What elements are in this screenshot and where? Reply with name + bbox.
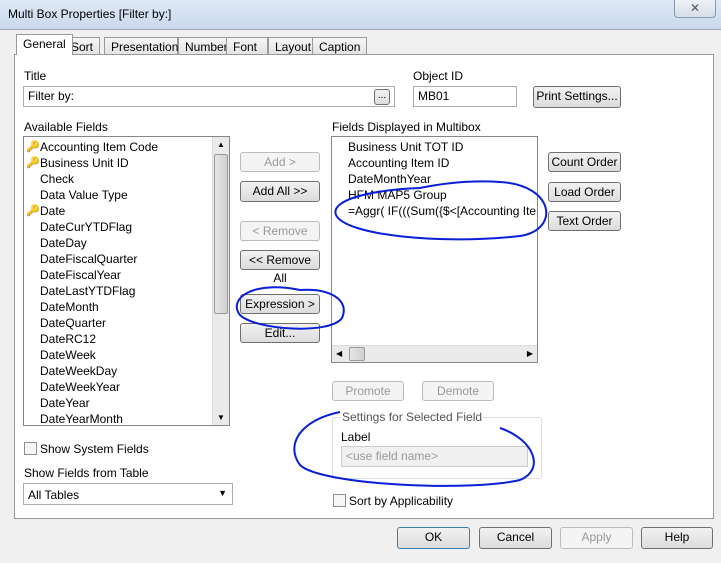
available-field-label: DateRC12 [40,332,97,346]
ok-button[interactable]: OK [397,527,470,549]
available-field-label: DateWeek [40,348,96,362]
tab-presentation[interactable]: Presentation [104,37,178,55]
available-field-label: DateWeekYear [40,380,121,394]
available-field-item[interactable]: DateFiscalYear [24,267,229,283]
available-field-item[interactable]: DateMonth [24,299,229,315]
available-field-label: Business Unit ID [40,156,129,170]
tab-font[interactable]: Font [226,37,268,55]
count-order-button[interactable]: Count Order [548,152,621,172]
available-field-label: Data Value Type [40,188,128,202]
scroll-right-icon[interactable]: ▶ [527,349,533,358]
remove-all-button[interactable]: << Remove All [240,250,320,285]
scroll-down-icon[interactable]: ▼ [217,413,225,422]
add-button[interactable]: Add > [240,152,320,172]
available-field-label: Check [40,172,75,186]
available-field-item[interactable]: DateYear [24,395,229,411]
available-field-item[interactable]: DateWeekYear [24,379,229,395]
demote-button[interactable]: Demote [422,381,494,401]
table-select[interactable]: All Tables ▼ [23,483,233,505]
table-select-value: All Tables [28,488,80,502]
available-field-label: DateQuarter [40,316,107,330]
add-all-button[interactable]: Add All >> [240,181,320,202]
chevron-down-icon[interactable]: ▼ [218,488,227,498]
label-label: Label [341,430,371,444]
available-field-label: Date [40,204,66,218]
cancel-button[interactable]: Cancel [479,527,552,549]
available-field-item[interactable]: DateLastYTDFlag [24,283,229,299]
promote-button[interactable]: Promote [332,381,404,401]
available-field-item[interactable]: DateRC12 [24,331,229,347]
tab-layout[interactable]: Layout [268,37,319,55]
available-field-item[interactable]: Check [24,171,229,187]
window-title: Multi Box Properties [Filter by:] [8,7,172,21]
scroll-up-icon[interactable]: ▲ [217,140,225,149]
displayed-fields-hscrollbar[interactable]: ◀ ▶ [332,345,537,362]
available-field-item[interactable]: 🔑 Business Unit ID [24,155,229,171]
key-icon: 🔑 [26,205,40,217]
show-system-fields-label: Show System Fields [40,442,149,456]
available-field-label: DateFiscalQuarter [40,252,138,266]
available-field-item[interactable]: DateDay [24,235,229,251]
help-button[interactable]: Help [641,527,713,549]
label-input[interactable]: <use field name> [341,446,528,467]
key-icon: 🔑 [26,141,40,153]
scroll-thumb[interactable] [214,154,228,314]
print-settings-button[interactable]: Print Settings... [533,86,621,108]
displayed-field-item[interactable]: Business Unit TOT ID [332,139,537,155]
scroll-left-icon[interactable]: ◀ [336,349,342,358]
available-field-item[interactable]: DateQuarter [24,315,229,331]
object-id-input[interactable]: MB01 [413,86,517,107]
key-icon: 🔑 [26,157,40,169]
available-field-label: DateLastYTDFlag [40,284,136,298]
available-field-label: DateWeekDay [40,364,118,378]
show-system-fields-checkbox[interactable] [24,442,37,455]
available-field-item[interactable]: DateWeekDay [24,363,229,379]
sort-by-applicability-label: Sort by Applicability [349,494,454,508]
available-field-item[interactable]: Data Value Type [24,187,229,203]
settings-group-label: Settings for Selected Field [341,410,484,424]
available-field-item[interactable]: DateYearMonth [24,411,229,426]
text-order-button[interactable]: Text Order [548,211,621,231]
show-fields-from-table-label: Show Fields from Table [24,466,149,480]
available-field-label: DateYearMonth [40,412,123,426]
available-field-label: DateFiscalYear [40,268,121,282]
object-id-label: Object ID [413,69,464,83]
displayed-field-item[interactable]: Accounting Item ID [332,155,537,171]
available-field-label: DateMonth [40,300,99,314]
available-fields-label: Available Fields [24,120,108,134]
expression-button[interactable]: Expression > [240,294,320,314]
title-bar: Multi Box Properties [Filter by:] [0,0,721,30]
title-label: Title [24,69,47,83]
tab-caption[interactable]: Caption [312,37,368,55]
title-input[interactable]: Filter by: [23,86,395,107]
displayed-fields-label: Fields Displayed in Multibox [332,120,481,134]
available-field-item[interactable]: DateFiscalQuarter [24,251,229,267]
available-field-item[interactable]: DateWeek [24,347,229,363]
available-field-label: DateDay [40,236,87,250]
title-browse-button[interactable]: ... [374,89,390,105]
hscroll-thumb[interactable] [349,347,365,361]
tab-general[interactable]: General [16,34,73,55]
available-fields-scrollbar[interactable]: ▲ ▼ [212,137,229,425]
displayed-fields-list[interactable]: Business Unit TOT ID Accounting Item ID Da… [331,136,538,363]
close-icon[interactable]: ✕ [674,0,716,18]
available-field-item[interactable]: 🔑 Date [24,203,229,219]
load-order-button[interactable]: Load Order [548,182,621,202]
displayed-field-item[interactable]: =Aggr( IF(((Sum({$<[Accounting Item ID [332,203,537,219]
edit-button[interactable]: Edit... [240,323,320,343]
available-field-item[interactable]: DateCurYTDFlag [24,219,229,235]
available-field-item[interactable]: 🔑 Accounting Item Code [24,139,229,155]
remove-button[interactable]: < Remove [240,221,320,241]
available-field-label: DateCurYTDFlag [40,220,133,234]
sort-by-applicability-checkbox[interactable] [333,494,346,507]
available-fields-list[interactable]: 🔑 Accounting Item Code 🔑 Business Unit ID Ch… [23,136,230,426]
displayed-field-item[interactable]: DateMonthYear [332,171,537,187]
displayed-field-item[interactable]: HFM MAP5 Group [332,187,537,203]
available-field-label: DateYear [40,396,90,410]
available-field-label: Accounting Item Code [40,140,159,154]
apply-button[interactable]: Apply [560,527,633,549]
